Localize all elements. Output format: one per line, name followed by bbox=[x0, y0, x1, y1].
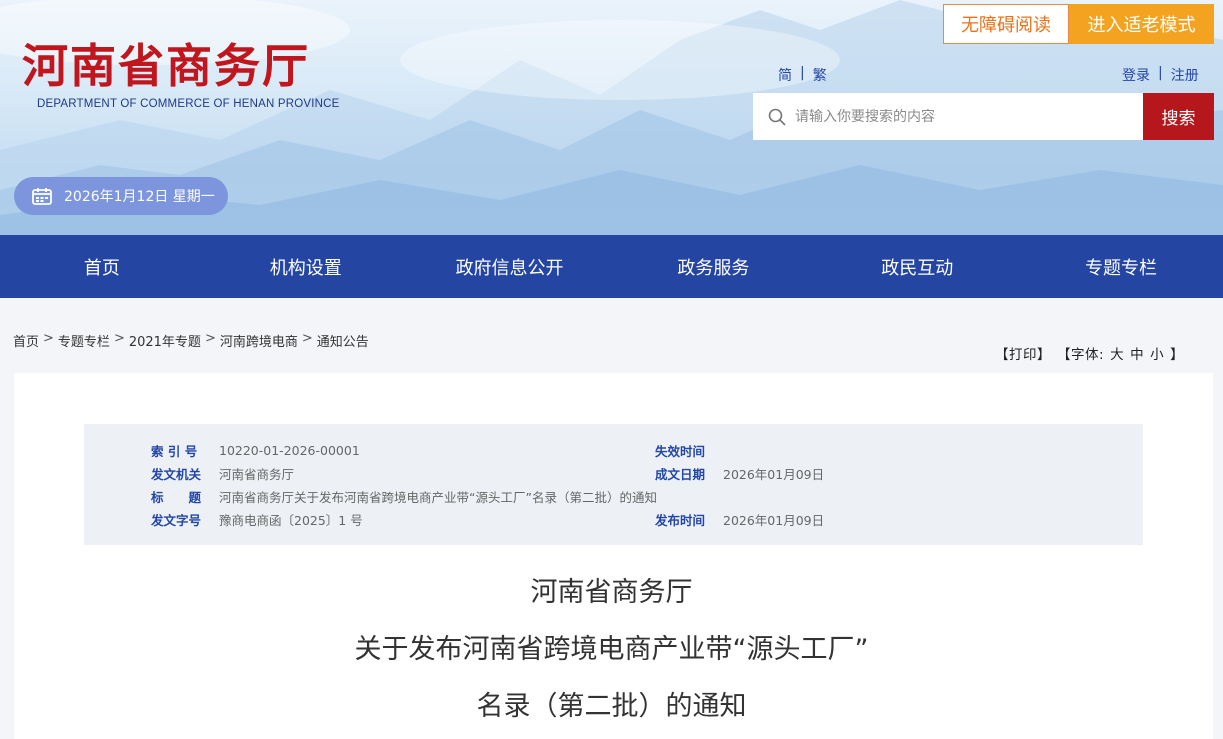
main-nav: 首页 机构设置 政府信息公开 政务服务 政民互动 专题专栏 bbox=[0, 235, 1223, 298]
lang-divider: | bbox=[800, 65, 805, 81]
document-title-line-1: 河南省商务厅 bbox=[530, 577, 693, 608]
document-title-line-2: 关于发布河南省跨境电商产业带“源头工厂” bbox=[354, 634, 869, 665]
search-box bbox=[753, 93, 1144, 140]
breadcrumb-link-home[interactable]: 首页 bbox=[13, 331, 39, 350]
font-size-label: 【字体: bbox=[1057, 347, 1105, 363]
meta-published-label: 发布时间 bbox=[655, 513, 706, 528]
breadcrumb-link-crossborder[interactable]: 河南跨境电商 bbox=[220, 331, 298, 350]
site-header: 河南省商务厅 DEPARTMENT OF COMMERCE OF HENAN P… bbox=[0, 0, 1223, 235]
login-link[interactable]: 登录 bbox=[1122, 65, 1150, 85]
breadcrumb-separator: > bbox=[43, 331, 54, 346]
meta-published-value: 2026年01月09日 bbox=[723, 513, 825, 528]
meta-index-label: 索 引 号 bbox=[151, 444, 198, 459]
date-badge: 2026年1月12日 星期一 bbox=[14, 177, 228, 215]
search-button[interactable]: 搜索 bbox=[1143, 93, 1214, 140]
font-medium-button[interactable]: 中 bbox=[1130, 343, 1144, 363]
meta-docno-label: 发文字号 bbox=[151, 513, 202, 528]
current-date: 2026年1月12日 星期一 bbox=[64, 189, 215, 205]
meta-issuer-value: 河南省商务厅 bbox=[219, 467, 295, 482]
nav-item-organization[interactable]: 机构设置 bbox=[204, 235, 408, 298]
page-tools: 【打印】 【字体: 大 中 小 】 bbox=[995, 343, 1184, 363]
auth-links: 登录 | 注册 bbox=[1122, 65, 1199, 85]
breadcrumb-link-notices[interactable]: 通知公告 bbox=[317, 331, 369, 350]
language-switch: 简 | 繁 bbox=[778, 65, 827, 85]
meta-created-value: 2026年01月09日 bbox=[723, 467, 825, 482]
breadcrumb-separator: > bbox=[301, 331, 313, 346]
nav-item-interaction[interactable]: 政民互动 bbox=[815, 235, 1019, 298]
breadcrumb-separator: > bbox=[204, 331, 216, 346]
site-logo-subtitle: DEPARTMENT OF COMMERCE OF HENAN PROVINCE bbox=[37, 98, 340, 110]
document-title-line-3: 名录（第二批）的通知 bbox=[476, 691, 747, 722]
breadcrumb-separator: > bbox=[113, 331, 125, 346]
nav-item-gov-info[interactable]: 政府信息公开 bbox=[408, 235, 612, 298]
lang-traditional-link[interactable]: 繁 bbox=[813, 65, 827, 85]
site-logo-title[interactable]: 河南省商务厅 bbox=[22, 38, 310, 94]
meta-expire-label: 失效时间 bbox=[655, 444, 706, 459]
nav-item-topics[interactable]: 专题专栏 bbox=[1019, 235, 1223, 298]
elder-mode-button[interactable]: 进入适老模式 bbox=[1069, 4, 1214, 44]
nav-item-home[interactable]: 首页 bbox=[0, 235, 204, 298]
search-icon bbox=[768, 108, 786, 126]
calendar-icon bbox=[32, 188, 52, 205]
breadcrumb-link-2021[interactable]: 2021年专题 bbox=[129, 331, 201, 350]
accessibility-group: 无障碍阅读 进入适老模式 bbox=[943, 4, 1214, 44]
meta-row-created: 成文日期 2026年01月09日 bbox=[655, 464, 824, 483]
print-button[interactable]: 【打印】 bbox=[995, 343, 1051, 363]
auth-divider: | bbox=[1158, 65, 1163, 81]
nav-item-services[interactable]: 政务服务 bbox=[611, 235, 815, 298]
meta-title-value: 河南省商务厅关于发布河南省跨境电商产业带“源头工厂”名录（第二批）的通知 bbox=[219, 490, 657, 505]
font-large-button[interactable]: 大 bbox=[1110, 343, 1124, 363]
register-link[interactable]: 注册 bbox=[1171, 65, 1199, 85]
meta-created-label: 成文日期 bbox=[655, 467, 706, 482]
accessibility-reading-button[interactable]: 无障碍阅读 bbox=[943, 4, 1069, 44]
meta-row-title: 标 题 河南省商务厅关于发布河南省跨境电商产业带“源头工厂”名录（第二批）的通知 bbox=[151, 487, 657, 506]
breadcrumb: 首页 > 专题专栏 > 2021年专题 > 河南跨境电商 > 通知公告 bbox=[13, 331, 369, 350]
meta-row-index: 索 引 号 10220-01-2026-00001 bbox=[151, 441, 360, 460]
meta-index-value: 10220-01-2026-00001 bbox=[219, 443, 360, 458]
meta-row-docno: 发文字号 豫商电商函〔2025〕1 号 bbox=[151, 510, 363, 529]
font-small-button[interactable]: 小 bbox=[1150, 343, 1164, 363]
search-input[interactable] bbox=[795, 108, 1125, 125]
meta-row-issuer: 发文机关 河南省商务厅 bbox=[151, 464, 294, 483]
meta-row-expire: 失效时间 bbox=[655, 441, 723, 460]
meta-title-label: 标 题 bbox=[151, 490, 202, 505]
document-meta-box: 索 引 号 10220-01-2026-00001 失效时间 发文机关 河南省商… bbox=[84, 424, 1143, 545]
font-size-close: 】 bbox=[1170, 347, 1185, 363]
meta-docno-value: 豫商电商函〔2025〕1 号 bbox=[219, 513, 363, 528]
breadcrumb-link-topics[interactable]: 专题专栏 bbox=[58, 331, 110, 350]
meta-issuer-label: 发文机关 bbox=[151, 467, 202, 482]
meta-row-published: 发布时间 2026年01月09日 bbox=[655, 510, 824, 529]
lang-simplified-link[interactable]: 简 bbox=[778, 65, 792, 85]
